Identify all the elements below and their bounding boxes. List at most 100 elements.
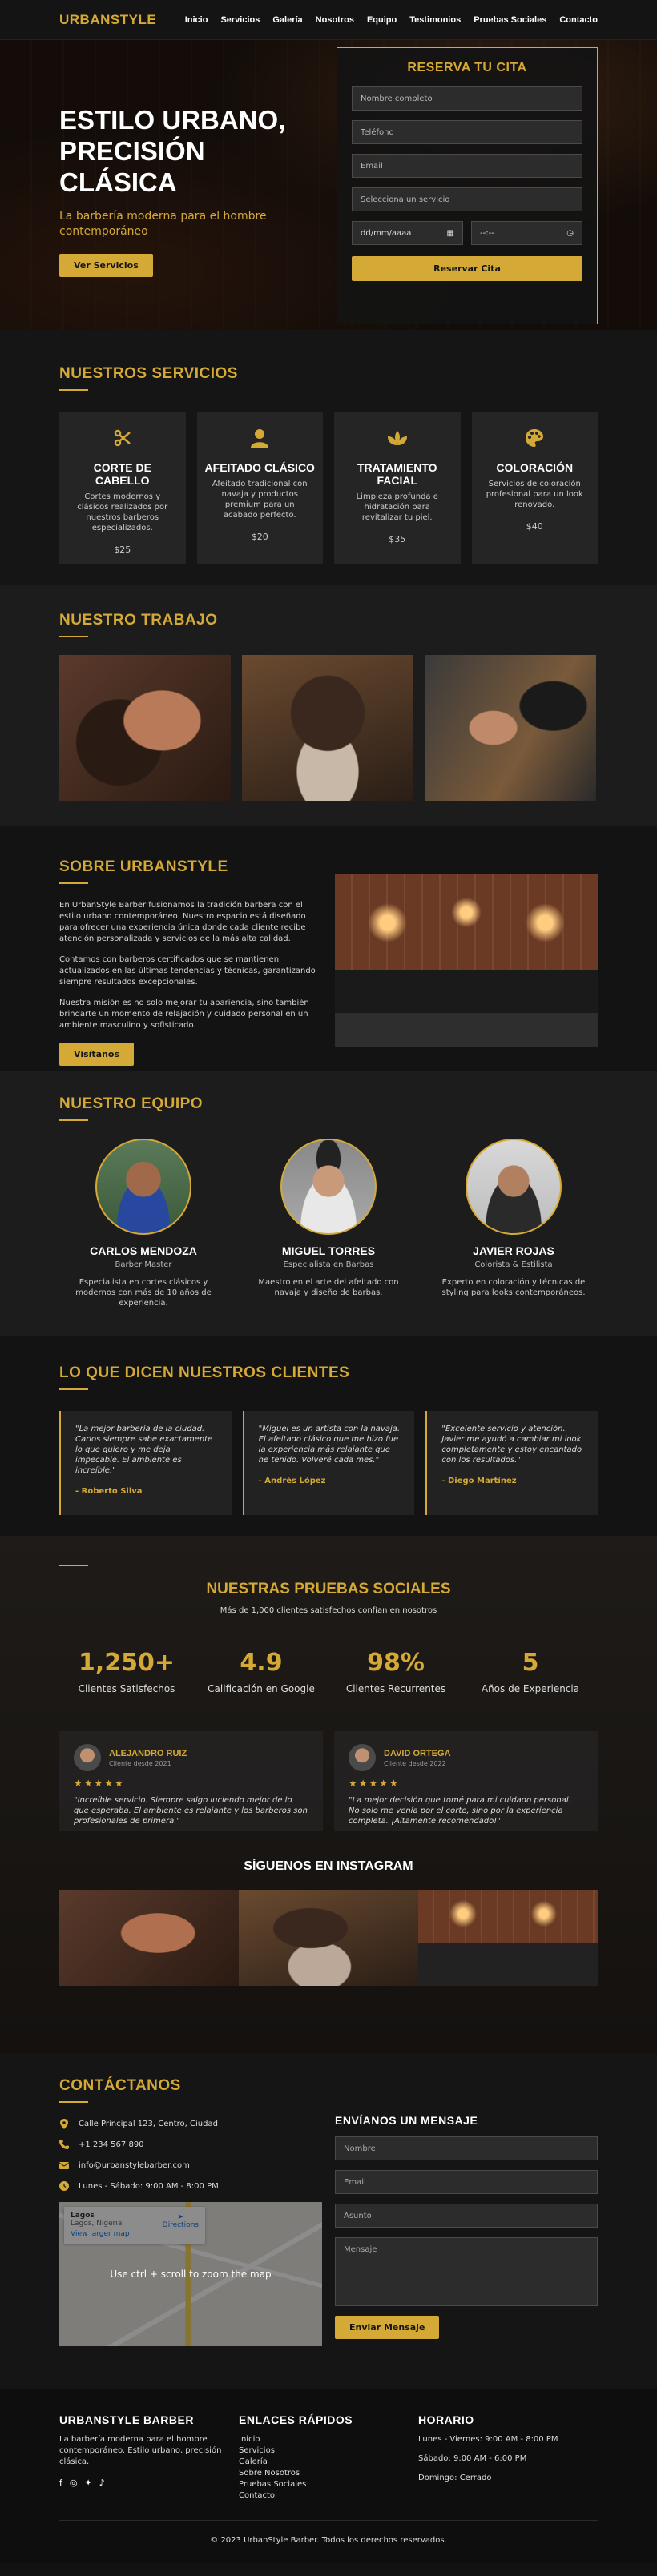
nav-link-galeria[interactable]: Galería <box>272 15 302 25</box>
instagram-icon[interactable]: ◎ <box>70 2478 78 2488</box>
about-paragraph: En UrbanStyle Barber fusionamos la tradi… <box>59 901 306 943</box>
booking-phone-field[interactable]: Teléfono <box>352 120 582 144</box>
map-pin-icon <box>59 2118 69 2129</box>
phone-icon <box>59 2140 69 2149</box>
footer-divider <box>59 2520 598 2521</box>
testimonial-card: "La mejor barbería de la ciudad. Carlos … <box>59 1411 232 1515</box>
site-logo[interactable]: URBANSTYLE <box>59 12 156 28</box>
avatar <box>280 1139 377 1235</box>
booking-date-field[interactable]: dd/mm/aaaa ▦ <box>352 221 463 245</box>
booking-date-value: dd/mm/aaaa <box>361 228 412 238</box>
footer-links-title: ENLACES RÁPIDOS <box>239 2413 353 2426</box>
contact-address: Calle Principal 123, Centro, Ciudad <box>59 2118 322 2129</box>
nav-link-servicios[interactable]: Servicios <box>220 15 260 25</box>
footer-brand-desc: La barbería moderna para el hombre conte… <box>59 2435 222 2466</box>
testimonial-card: "Miguel es un artista con la navaja. El … <box>242 1411 415 1515</box>
gallery-photo[interactable] <box>242 655 413 801</box>
visit-us-button[interactable]: Visítanos <box>59 1043 135 1066</box>
footer-link-galeria[interactable]: Galería <box>239 2457 418 2468</box>
contact-phone-text[interactable]: +1 234 567 890 <box>79 2140 144 2149</box>
nav-link-contacto[interactable]: Contacto <box>559 15 598 25</box>
footer-link-contacto[interactable]: Contacto <box>239 2490 418 2502</box>
footer: URBANSTYLE BARBER La barbería moderna pa… <box>0 2389 657 2563</box>
contact-info: CONTÁCTANOS Calle Principal 123, Centro,… <box>59 2077 322 2389</box>
title-underline <box>59 1388 88 1390</box>
nav-links: Inicio Servicios Galería Nosotros Equipo… <box>185 15 598 25</box>
service-name: COLORACIÓN <box>496 461 574 474</box>
booking-time-value: --:-- <box>480 228 494 238</box>
footer-hours-column: HORARIO Lunes - Viernes: 9:00 AM - 8:00 … <box>418 2413 598 2502</box>
instagram-photo[interactable] <box>59 1890 239 1986</box>
footer-columns: URBANSTYLE BARBER La barbería moderna pa… <box>59 2413 598 2502</box>
service-name: AFEITADO CLÁSICO <box>204 461 315 474</box>
footer-link-sobre-nosotros[interactable]: Sobre Nosotros <box>239 2468 418 2479</box>
instagram-photo[interactable] <box>418 1890 598 1986</box>
user-icon <box>197 426 324 450</box>
nav-link-nosotros[interactable]: Nosotros <box>316 15 354 25</box>
title-underline <box>59 1565 88 1566</box>
testimonial-author: - Roberto Silva <box>75 1487 143 1496</box>
review-header: DAVID ORTEGA Cliente desde 2022 <box>349 1744 583 1771</box>
footer-link-pruebas-sociales[interactable]: Pruebas Sociales <box>239 2479 418 2490</box>
embedded-map[interactable]: Lagos Lagos, Nigeria View larger map ➤ D… <box>59 2202 322 2346</box>
tiktok-icon[interactable]: ♪ <box>99 2478 105 2488</box>
member-desc: Experto en coloración y técnicas de styl… <box>441 1278 586 1297</box>
twitter-icon[interactable]: ✦ <box>84 2478 91 2488</box>
hero-section: ESTILO URBANO, PRECISIÓN CLÁSICA La barb… <box>0 40 657 330</box>
nav-link-inicio[interactable]: Inicio <box>185 15 208 25</box>
testimonial-author: - Andrés López <box>258 1477 326 1485</box>
nav-link-equipo[interactable]: Equipo <box>367 15 397 25</box>
stat-number: 1,250+ <box>78 1649 175 1677</box>
contact-email-field[interactable]: Email <box>335 2170 598 2194</box>
member-role: Colorista & Estilista <box>474 1260 553 1269</box>
footer-link-inicio[interactable]: Inicio <box>239 2434 418 2445</box>
service-name: CORTE DE CABELLO <box>93 461 151 487</box>
contact-message-field[interactable]: Mensaje <box>335 2237 598 2306</box>
contact-subject-field[interactable]: Asunto <box>335 2204 598 2228</box>
title-underline <box>59 389 88 391</box>
services-cards: CORTE DE CABELLO Cortes modernos y clási… <box>59 412 598 564</box>
send-message-button[interactable]: Enviar Mensaje <box>335 2316 440 2339</box>
team-member-card: JAVIER ROJAS Colorista & Estilista Exper… <box>429 1139 598 1308</box>
gallery-photo[interactable] <box>59 655 231 801</box>
nav-link-pruebas-sociales[interactable]: Pruebas Sociales <box>474 15 546 25</box>
view-services-button[interactable]: Ver Servicios <box>59 254 153 277</box>
gallery-title: NUESTRO TRABAJO <box>59 612 218 629</box>
service-price: $35 <box>389 534 406 545</box>
contact-name-field[interactable]: Nombre <box>335 2136 598 2160</box>
social-proof-section: NUESTRAS PRUEBAS SOCIALES Más de 1,000 c… <box>0 1536 657 2053</box>
reviews-row: ALEJANDRO RUIZ Cliente desde 2021 ★★★★★ … <box>59 1731 598 1831</box>
hero-subtitle: La barbería moderna para el hombre conte… <box>59 210 267 238</box>
booking-form: RESERVA TU CITA Nombre completo Teléfono… <box>337 47 598 324</box>
footer-link-servicios[interactable]: Servicios <box>239 2445 418 2457</box>
testimonial-text: "Excelente servicio y atención. Javier m… <box>441 1425 582 1465</box>
review-since: Cliente desde 2021 <box>109 1759 171 1767</box>
nav-link-testimonios[interactable]: Testimonios <box>409 15 461 25</box>
facebook-icon[interactable]: f <box>59 2478 62 2488</box>
gallery-photo[interactable] <box>425 655 596 801</box>
booking-time-field[interactable]: --:-- ◷ <box>471 221 582 245</box>
contact-form: ENVÍANOS UN MENSAJE Nombre Email Asunto … <box>335 2077 598 2389</box>
footer-links-column: ENLACES RÁPIDOS Inicio Servicios Galería… <box>239 2413 418 2502</box>
instagram-photo[interactable] <box>239 1890 418 1986</box>
booking-service-select[interactable]: Selecciona un servicio <box>352 187 582 211</box>
instagram-feed <box>59 1890 598 1986</box>
stat-label: Años de Experiencia <box>481 1683 580 1694</box>
title-underline <box>59 636 88 637</box>
service-price: $20 <box>251 532 268 542</box>
stats-row: 1,250+ Clientes Satisfechos 4.9 Califica… <box>59 1649 598 1694</box>
contact-email-text[interactable]: info@urbanstylebarber.com <box>79 2161 190 2170</box>
member-name: CARLOS MENDOZA <box>90 1244 197 1257</box>
service-desc: Afeitado tradicional con navaja y produc… <box>212 480 308 520</box>
footer-links-list: Inicio Servicios Galería Sobre Nosotros … <box>239 2434 418 2502</box>
contact-title: CONTÁCTANOS <box>59 2077 181 2094</box>
avatar <box>466 1139 562 1235</box>
stat-label: Calificación en Google <box>208 1683 315 1694</box>
booking-email-field[interactable]: Email <box>352 154 582 178</box>
stat-item: 5 Años de Experiencia <box>463 1649 598 1694</box>
book-appointment-button[interactable]: Reservar Cita <box>352 256 582 281</box>
booking-name-field[interactable]: Nombre completo <box>352 86 582 111</box>
booking-datetime-row: dd/mm/aaaa ▦ --:-- ◷ <box>352 221 582 255</box>
team-members: CARLOS MENDOZA Barber Master Especialist… <box>59 1139 598 1308</box>
scissors-icon <box>59 426 186 450</box>
